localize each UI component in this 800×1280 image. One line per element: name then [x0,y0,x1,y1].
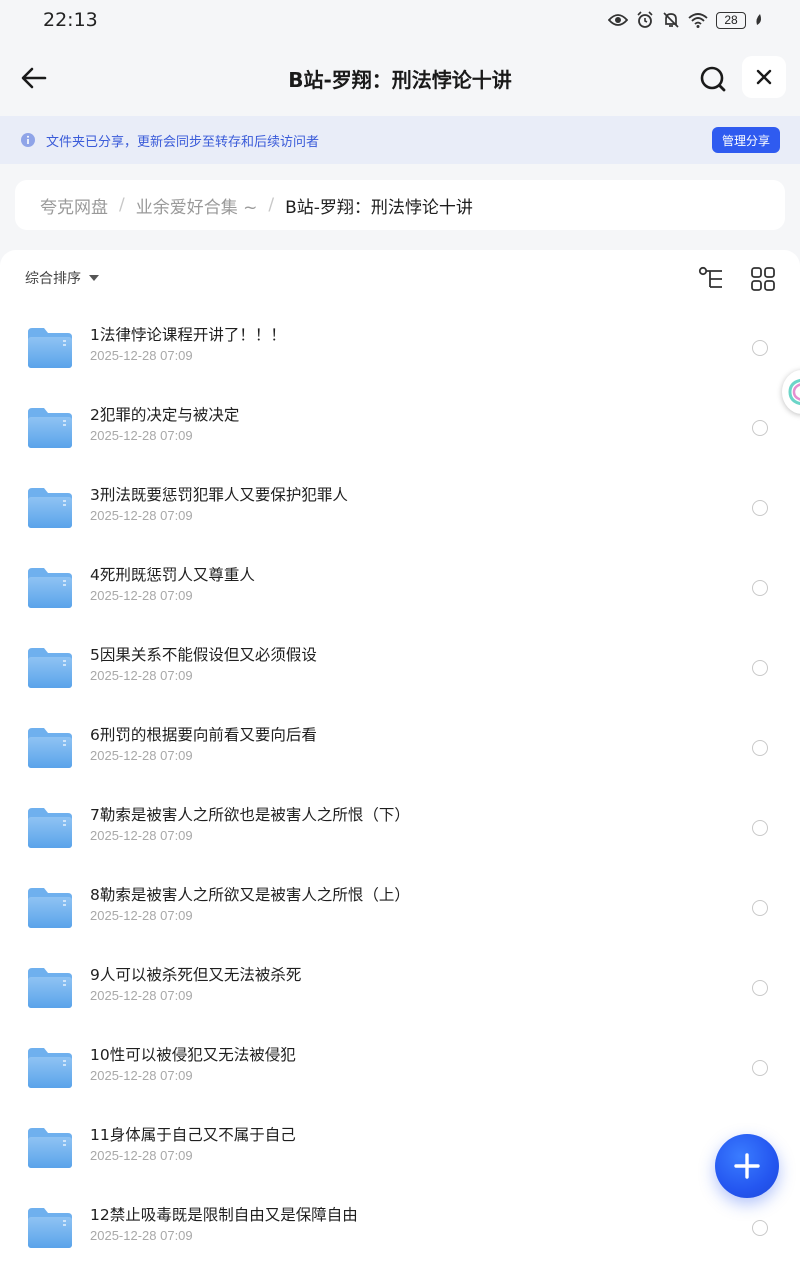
file-row[interactable]: 1法律悖论课程开讲了！！！ 2025-12-28 07:09 [0,308,800,388]
select-checkbox[interactable] [752,740,768,756]
file-date: 2025-12-28 07:09 [90,1228,193,1243]
folder-icon [28,968,72,1008]
file-name: 11身体属于自己又不属于自己 [90,1126,296,1144]
back-button[interactable] [18,62,50,94]
grid-view-icon[interactable] [750,266,776,292]
file-name: 10性可以被侵犯又无法被侵犯 [90,1046,296,1064]
folder-icon [28,728,72,768]
file-panel: 综合排序 1法律悖论课程开讲了！！！ 2025-12-28 07:09 2犯罪的… [0,250,800,1280]
file-row[interactable]: 12禁止吸毒既是限制自由又是保障自由 2025-12-28 07:09 [0,1188,800,1268]
file-row[interactable]: 8勒索是被害人之所欲又是被害人之所恨（上） 2025-12-28 07:09 [0,868,800,948]
file-row[interactable]: 3刑法既要惩罚犯罪人又要保护犯罪人 2025-12-28 07:09 [0,468,800,548]
file-date: 2025-12-28 07:09 [90,668,193,683]
file-name: 4死刑既惩罚人又尊重人 [90,566,255,584]
file-row[interactable]: 5因果关系不能假设但又必须假设 2025-12-28 07:09 [0,628,800,708]
select-checkbox[interactable] [752,900,768,916]
folder-icon [28,328,72,368]
title-bar: B站-罗翔：刑法悖论十讲 [0,40,800,116]
folder-icon [28,808,72,848]
close-button[interactable] [742,56,786,98]
file-row[interactable]: 4死刑既惩罚人又尊重人 2025-12-28 07:09 [0,548,800,628]
sort-dropdown[interactable]: 综合排序 [25,268,99,288]
sort-label: 综合排序 [25,271,81,287]
file-name: 12禁止吸毒既是限制自由又是保障自由 [90,1206,358,1224]
info-icon [21,133,35,147]
select-checkbox[interactable] [752,420,768,436]
file-date: 2025-12-28 07:09 [90,748,193,763]
tree-view-icon[interactable] [698,266,726,292]
folder-icon [28,408,72,448]
breadcrumb: 夸克网盘 / 业余爱好合集 ~ / B站-罗翔：刑法悖论十讲 [15,180,785,230]
alarm-icon [637,11,653,28]
file-date: 2025-12-28 07:09 [90,428,193,443]
caret-down-icon [89,275,99,281]
mute-icon [663,12,679,28]
file-name: 6刑罚的根据要向前看又要向后看 [90,726,317,744]
battery-icon: 28 [716,11,746,29]
search-button[interactable] [696,62,730,96]
select-checkbox[interactable] [752,340,768,356]
select-checkbox[interactable] [752,580,768,596]
folder-icon [28,568,72,608]
breadcrumb-root[interactable]: 夸克网盘 [40,193,108,218]
folder-icon [28,1208,72,1248]
select-checkbox[interactable] [752,660,768,676]
file-row[interactable]: 2犯罪的决定与被决定 2025-12-28 07:09 [0,388,800,468]
file-name: 8勒索是被害人之所欲又是被害人之所恨（上） [90,886,410,904]
file-date: 2025-12-28 07:09 [90,508,193,523]
file-row[interactable]: 11身体属于自己又不属于自己 2025-12-28 07:09 [0,1108,800,1188]
file-name: 5因果关系不能假设但又必须假设 [90,646,317,664]
share-notice-text: 文件夹已分享，更新会同步至转存和后续访问者 [46,134,320,150]
file-name: 9人可以被杀死但又无法被杀死 [90,966,302,984]
assistant-icon [788,378,800,406]
status-time: 22:13 [43,9,98,31]
folder-icon [28,488,72,528]
breadcrumb-separator: / [268,195,275,215]
folder-icon [28,1048,72,1088]
select-checkbox[interactable] [752,820,768,836]
file-list: 1法律悖论课程开讲了！！！ 2025-12-28 07:09 2犯罪的决定与被决… [0,308,800,1268]
file-row[interactable]: 10性可以被侵犯又无法被侵犯 2025-12-28 07:09 [0,1028,800,1108]
file-date: 2025-12-28 07:09 [90,1068,193,1083]
file-row[interactable]: 7勒索是被害人之所欲也是被害人之所恨（下） 2025-12-28 07:09 [0,788,800,868]
folder-icon [28,1128,72,1168]
status-bar: 22:13 28 [0,0,800,40]
file-name: 3刑法既要惩罚犯罪人又要保护犯罪人 [90,486,348,504]
plus-icon [734,1153,760,1179]
file-date: 2025-12-28 07:09 [90,908,193,923]
file-date: 2025-12-28 07:09 [90,1148,193,1163]
breadcrumb-separator: / [119,195,125,215]
breadcrumb-current: B站-罗翔：刑法悖论十讲 [285,197,473,218]
breadcrumb-parent[interactable]: 业余爱好合集 ~ [136,193,258,218]
close-icon [756,69,772,85]
leaf-icon [756,14,761,25]
file-date: 2025-12-28 07:09 [90,588,193,603]
wifi-icon [688,13,708,28]
file-date: 2025-12-28 07:09 [90,828,193,843]
file-name: 1法律悖论课程开讲了！！！ [90,326,286,344]
select-checkbox[interactable] [752,500,768,516]
file-date: 2025-12-28 07:09 [90,348,193,363]
file-row[interactable]: 9人可以被杀死但又无法被杀死 2025-12-28 07:09 [0,948,800,1028]
file-name: 2犯罪的决定与被决定 [90,406,240,424]
share-notice-banner: 文件夹已分享，更新会同步至转存和后续访问者 管理分享 [0,116,800,164]
folder-icon [28,648,72,688]
folder-icon [28,888,72,928]
search-icon [700,66,726,92]
select-checkbox[interactable] [752,1220,768,1236]
manage-share-button[interactable]: 管理分享 [711,127,780,153]
file-row[interactable]: 6刑罚的根据要向前看又要向后看 2025-12-28 07:09 [0,708,800,788]
eye-icon [608,14,628,26]
file-date: 2025-12-28 07:09 [90,988,193,1003]
status-icons: 28 [608,11,764,29]
arrow-left-icon [21,67,47,89]
page-title: B站-罗翔：刑法悖论十讲 [288,67,512,92]
file-name: 7勒索是被害人之所欲也是被害人之所恨（下） [90,806,410,824]
add-button[interactable] [715,1134,779,1198]
select-checkbox[interactable] [752,1060,768,1076]
select-checkbox[interactable] [752,980,768,996]
